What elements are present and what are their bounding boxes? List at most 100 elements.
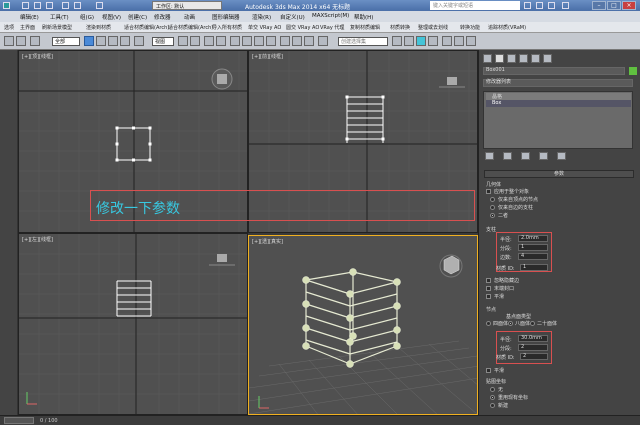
save-file-icon[interactable] [46,2,53,9]
rect-selection-icon[interactable] [108,36,118,46]
tab-1[interactable]: 主界面 [20,24,35,31]
utilities-tab-icon[interactable] [543,54,552,63]
select-by-name-icon[interactable] [96,36,106,46]
tab-5[interactable]: 适合材质编辑(Arch) [168,24,213,31]
configure-sets-icon[interactable] [557,152,566,160]
snap-toggle-icon[interactable] [230,36,240,46]
menu-help[interactable]: 帮助(H) [354,13,373,21]
end-caps-checkbox[interactable] [486,286,491,291]
project-folder-icon[interactable] [96,2,103,9]
object-color-swatch[interactable] [629,67,637,75]
display-tab-icon[interactable] [531,54,540,63]
graphite-tools-icon[interactable] [392,36,402,46]
tab-11[interactable]: 材质转换 [390,24,410,31]
angle-snap-icon[interactable] [242,36,252,46]
modify-tab-icon[interactable] [495,54,504,63]
parameters-rollout[interactable]: 参数 [484,170,634,178]
menu-create[interactable]: 创建(C) [128,13,147,21]
menu-maxscript[interactable]: MAXScript(M) [312,13,349,19]
show-end-result-icon[interactable] [503,152,512,160]
select-object-icon[interactable] [84,36,94,46]
named-selection-set-dropdown[interactable]: 创建选择集 [338,37,388,46]
window-crossing-icon[interactable] [120,36,130,46]
joint-material-field[interactable]: 2 [520,353,548,360]
signin-icon[interactable] [548,2,555,9]
rendered-frame-window-icon[interactable] [454,36,464,46]
close-button[interactable]: × [622,1,636,10]
struts-only-radio[interactable] [490,205,495,210]
schematic-view-icon[interactable] [416,36,426,46]
viewport-left-label[interactable]: [+][左][线框] [22,236,53,243]
layer-manager-icon[interactable] [318,36,328,46]
mirror-icon[interactable] [292,36,302,46]
tab-13[interactable]: 转换功能 [460,24,480,31]
lattice-box-front-view[interactable] [346,96,384,143]
strut-segments-field[interactable]: 1 [518,244,548,251]
selection-filter-dropdown[interactable]: 全部 [52,37,80,46]
menu-edit[interactable]: 编辑(E) [20,13,39,21]
joint-radius-field[interactable]: 30.0mm [518,335,548,342]
lattice-box-left-view[interactable] [116,280,152,317]
search-icon[interactable] [524,2,531,9]
tab-14[interactable]: 追踪材质(VRaM) [488,24,526,31]
joints-only-radio[interactable] [490,197,495,202]
material-editor-icon[interactable] [428,36,438,46]
modifier-list-dropdown[interactable]: 修改器列表 [483,79,633,87]
tab-2[interactable]: 刷新场景模型 [42,24,72,31]
object-name-field[interactable]: Box001 [483,67,625,75]
both-radio[interactable] [490,213,495,218]
search-input[interactable]: 键入关键字或短语 [430,1,520,10]
tab-0[interactable]: 选项 [4,24,14,31]
tab-6[interactable]: 导入所有材质 [212,24,242,31]
remove-modifier-icon[interactable] [539,152,548,160]
reference-coordinate-dropdown[interactable]: 视图 [152,37,174,46]
tab-3[interactable]: 渲染到材质 [86,24,111,31]
map-reuse-radio[interactable] [490,395,495,400]
menu-animation[interactable]: 动画 [184,13,195,21]
strut-sides-field[interactable]: 4 [518,253,548,260]
scale-icon[interactable] [190,36,200,46]
render-setup-icon[interactable] [442,36,452,46]
help-icon[interactable] [562,2,569,9]
time-slider[interactable] [4,417,34,424]
open-file-icon[interactable] [34,2,41,9]
ignore-hidden-checkbox[interactable] [486,278,491,283]
pin-stack-icon[interactable] [485,152,494,160]
motion-tab-icon[interactable] [519,54,528,63]
percent-snap-icon[interactable] [254,36,264,46]
make-unique-icon[interactable] [521,152,530,160]
viewport-front-label[interactable]: [+][前][线框] [252,53,283,60]
undo-tool-icon[interactable] [4,36,14,46]
redo-icon[interactable] [74,2,81,9]
viewport-perspective[interactable]: [+][透][真实] [248,235,478,415]
redo-tool-icon[interactable] [16,36,26,46]
viewcube-left[interactable] [217,254,227,262]
create-tab-icon[interactable] [483,54,492,63]
tab-7[interactable]: 单交 VRay AO [248,24,281,31]
workspace-dropdown[interactable]: 工作区: 默认 [152,1,222,10]
edit-named-selection-icon[interactable] [280,36,290,46]
apply-whole-checkbox[interactable] [486,189,491,194]
tab-4[interactable]: 适合材质编辑(Arch) [124,24,169,31]
menu-graph-editors[interactable]: 图形编辑器 [212,13,240,21]
menu-customize[interactable]: 自定义(U) [280,13,305,21]
menu-tools[interactable]: 工具(T) [50,13,69,21]
render-production-icon[interactable] [466,36,476,46]
app-icon[interactable] [3,2,10,9]
tab-12[interactable]: 整理或去划线 [418,24,448,31]
stack-item-box[interactable]: Box [486,100,631,107]
viewport-left[interactable]: [+][左][线框] [18,233,248,415]
octa-radio[interactable] [508,321,513,326]
viewport-top-label[interactable]: [+][顶][线框] [22,53,53,60]
menu-views[interactable]: 视图(V) [102,13,121,21]
viewcube-front[interactable] [447,77,457,85]
rotate-icon[interactable] [178,36,188,46]
joint-segments-field[interactable]: 2 [518,344,548,351]
new-file-icon[interactable] [22,2,29,9]
timeline-bar[interactable]: 0 / 100 [0,415,640,425]
tetra-radio[interactable] [486,321,491,326]
map-new-radio[interactable] [490,403,495,408]
align-icon[interactable] [304,36,314,46]
strut-smooth-checkbox[interactable] [486,294,491,299]
joint-smooth-checkbox[interactable] [486,368,491,373]
